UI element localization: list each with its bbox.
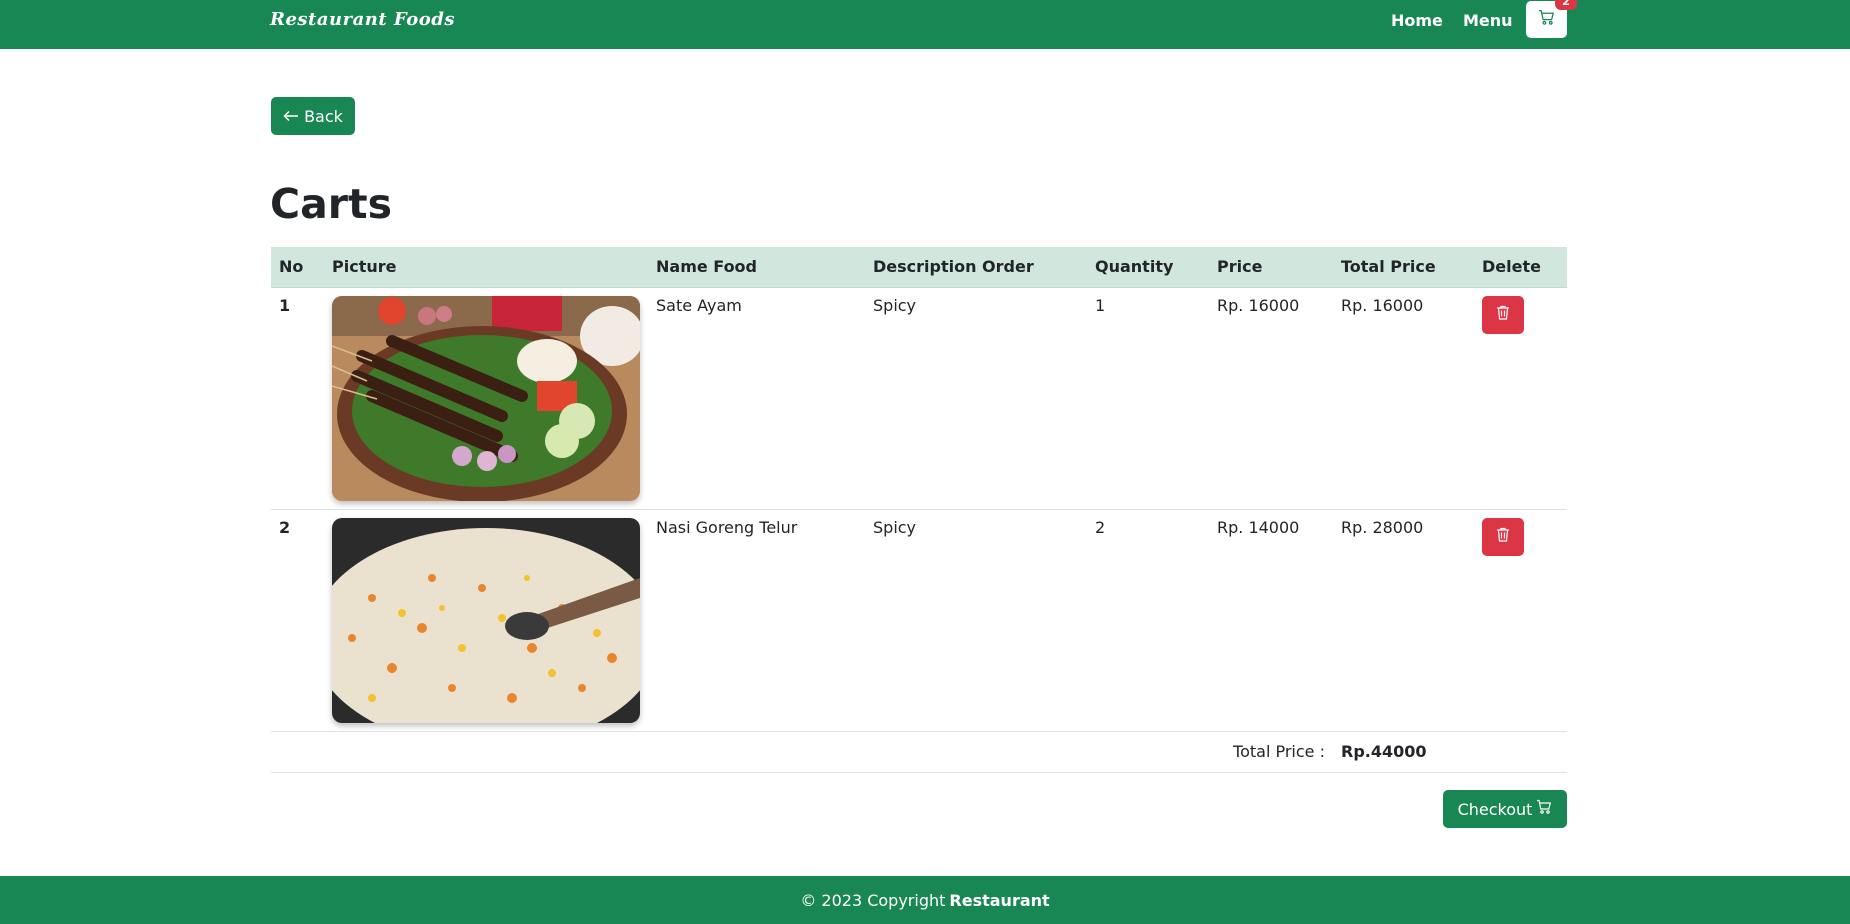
brand-logo[interactable]: Restaurant Foods bbox=[270, 9, 455, 30]
cart-icon bbox=[1538, 9, 1555, 30]
header-total-price: Total Price bbox=[1333, 247, 1474, 288]
table-row: 1 Sate Ayam Spicy 1 Rp. 16000 Rp. 16000 bbox=[271, 287, 1567, 510]
back-button[interactable]: Back bbox=[271, 97, 355, 135]
header-delete: Delete bbox=[1474, 247, 1567, 288]
sate-ayam-image bbox=[332, 295, 640, 501]
row-name-food: Sate Ayam bbox=[648, 287, 865, 510]
cart-table: No Picture Name Food Description Order Q… bbox=[271, 247, 1567, 773]
checkout-button-label: Checkout bbox=[1457, 799, 1533, 819]
nasi-goreng-image bbox=[332, 517, 640, 723]
trash-icon bbox=[1496, 527, 1510, 546]
row-delete bbox=[1474, 287, 1567, 510]
header-price: Price bbox=[1209, 247, 1333, 288]
row-name-food: Nasi Goreng Telur bbox=[648, 509, 865, 732]
row-no: 2 bbox=[271, 509, 324, 732]
back-button-label: Back bbox=[304, 106, 343, 126]
row-total-price: Rp. 16000 bbox=[1333, 287, 1474, 510]
row-price: Rp. 16000 bbox=[1209, 287, 1333, 510]
nav-link-home[interactable]: Home bbox=[1391, 11, 1443, 30]
row-quantity: 2 bbox=[1087, 509, 1209, 732]
trash-icon bbox=[1496, 305, 1510, 324]
navbar: Restaurant Foods Home Menu 2 bbox=[0, 0, 1850, 49]
row-quantity: 1 bbox=[1087, 287, 1209, 510]
cart-count-badge: 2 bbox=[1555, 0, 1577, 10]
delete-button[interactable] bbox=[1482, 295, 1524, 334]
row-delete bbox=[1474, 509, 1567, 732]
cart-icon bbox=[1536, 799, 1552, 819]
header-picture: Picture bbox=[324, 247, 648, 288]
delete-button[interactable] bbox=[1482, 517, 1524, 556]
header-quantity: Quantity bbox=[1087, 247, 1209, 288]
footer-copyright: © 2023 Copyright bbox=[800, 890, 946, 910]
total-price-label: Total Price : bbox=[271, 731, 1333, 773]
header-name-food: Name Food bbox=[648, 247, 865, 288]
total-price-value: Rp.44000 bbox=[1333, 731, 1474, 773]
header-description-order: Description Order bbox=[865, 247, 1087, 288]
total-row-empty bbox=[1474, 731, 1567, 773]
row-price: Rp. 14000 bbox=[1209, 509, 1333, 732]
row-description: Spicy bbox=[865, 509, 1087, 732]
total-row: Total Price : Rp.44000 bbox=[271, 731, 1567, 773]
checkout-button[interactable]: Checkout bbox=[1443, 790, 1567, 828]
table-row: 2 Nasi Goreng Telur Spicy 2 Rp. 14000 Rp… bbox=[271, 509, 1567, 732]
table-header-row: No Picture Name Food Description Order Q… bbox=[271, 247, 1567, 288]
page-title: Carts bbox=[270, 180, 392, 228]
footer-brand: Restaurant bbox=[949, 890, 1050, 910]
row-description: Spicy bbox=[865, 287, 1087, 510]
footer: © 2023 Copyright Restaurant bbox=[0, 876, 1850, 924]
nav-link-menu[interactable]: Menu bbox=[1463, 11, 1513, 30]
arrow-left-icon bbox=[283, 107, 299, 126]
row-total-price: Rp. 28000 bbox=[1333, 509, 1474, 732]
row-picture bbox=[324, 287, 648, 510]
row-picture bbox=[324, 509, 648, 732]
header-no: No bbox=[271, 247, 324, 288]
row-no: 1 bbox=[271, 287, 324, 510]
